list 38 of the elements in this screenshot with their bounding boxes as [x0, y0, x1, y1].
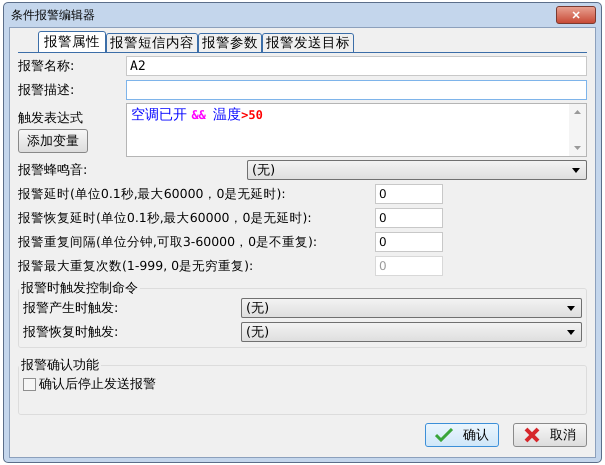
field-label: 报警蜂鸣音:: [18, 162, 88, 179]
close-icon: [524, 427, 540, 443]
tab[interactable]: 报警参数: [198, 33, 262, 52]
cancel-button[interactable]: 取消: [513, 423, 587, 447]
add-variable-button[interactable]: 添加变量: [18, 129, 88, 153]
checkbox[interactable]: 确认后停止发送报警: [23, 374, 582, 394]
tab[interactable]: 报警属性: [38, 31, 106, 52]
caret-icon: [567, 330, 575, 334]
field-label: 触发表达式: [18, 110, 84, 127]
input-field[interactable]: A2: [126, 56, 587, 76]
scrollbar[interactable]: [569, 104, 586, 156]
field-label: 报警产生时触发:: [23, 300, 120, 317]
dropdown[interactable]: (无): [241, 322, 582, 342]
field-label: 报警描述:: [18, 82, 76, 99]
expression-field[interactable]: 空调已开 && 温度>50: [126, 103, 587, 157]
confirm-button[interactable]: 确认: [425, 423, 499, 447]
scroll-up-icon[interactable]: [574, 110, 581, 114]
tab[interactable]: 报警短信内容: [106, 33, 198, 52]
field-label: 报警延时(单位0.1秒,最大60000，0是无延时):: [18, 186, 287, 202]
field-label: 报警恢复时触发:: [23, 324, 120, 341]
dropdown[interactable]: (无): [241, 298, 582, 318]
caret-icon: [567, 306, 575, 310]
check-icon: [435, 428, 453, 442]
field-label: 报警名称:: [18, 58, 76, 75]
window-title: 条件报警编辑器: [11, 6, 95, 24]
tab[interactable]: 报警发送目标: [262, 33, 354, 52]
input-field[interactable]: 0: [375, 184, 443, 204]
field-label: 报警恢复延时(单位0.1秒,最大60000，0是无延时):: [18, 210, 313, 226]
input-field[interactable]: 0: [375, 232, 443, 252]
dropdown[interactable]: (无): [247, 160, 587, 180]
field-label: 报警重复间隔(单位分钟,可取3-60000，0是不重复):: [18, 234, 318, 250]
field-label: 报警最大重复次数(1-999, 0是无穷重复):: [18, 258, 254, 274]
caret-icon: [572, 168, 580, 172]
group-title: 报警时触发控制命令: [20, 280, 139, 297]
input-field[interactable]: [126, 80, 587, 100]
input-field[interactable]: 0: [375, 208, 443, 228]
scroll-down-icon[interactable]: [574, 146, 581, 150]
group-title: 报警确认功能: [20, 357, 100, 374]
